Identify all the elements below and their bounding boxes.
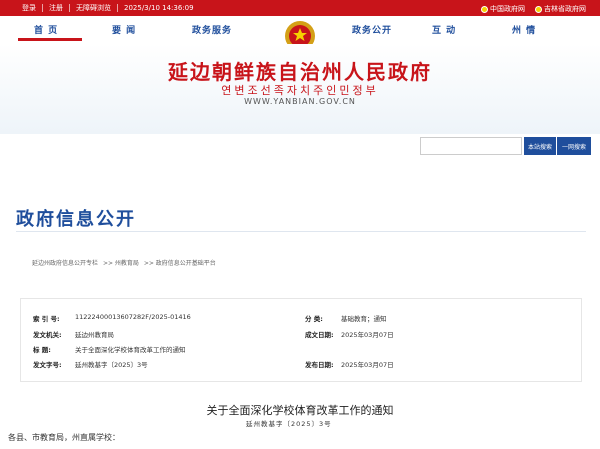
- site-url: WWW.YANBIAN.GOV.CN: [244, 97, 356, 106]
- top-bar-left: 登录 注册 无障碍浏览 2025/3/10 14:36:09: [22, 4, 200, 12]
- meta-label: 发文字号:: [33, 361, 62, 369]
- search-input[interactable]: [420, 137, 522, 155]
- nav-item-interact[interactable]: 互 动: [432, 23, 456, 36]
- breadcrumb: 延边州政府信息公开专栏 >> 州教育局 >> 政府信息公开基础平台: [32, 258, 219, 267]
- site-title-kr: 연변조선족자치주인민정부: [221, 84, 379, 97]
- nav-item-home[interactable]: 首 页: [34, 23, 58, 36]
- nav-item-open-gov[interactable]: 政务公开: [352, 23, 392, 36]
- emblem-icon: [481, 5, 488, 13]
- register-link[interactable]: 注册: [43, 4, 70, 12]
- meta-value: 2025年03月07日: [341, 361, 394, 369]
- breadcrumb-item[interactable]: >> 州教育局: [103, 260, 139, 267]
- china-gov-link[interactable]: 中国政府网: [481, 4, 525, 14]
- site-search-button[interactable]: 本站搜索: [524, 137, 556, 155]
- top-bar: 登录 注册 无障碍浏览 2025/3/10 14:36:09 中国政府网 吉林省…: [0, 0, 600, 16]
- document-title: 关于全面深化学校体育改革工作的通知: [206, 404, 394, 417]
- datetime: 2025/3/10 14:36:09: [124, 4, 194, 12]
- meta-value: 延州教基字〔2025〕3号: [75, 361, 148, 369]
- meta-label: 分 类:: [305, 315, 323, 323]
- nav-item-services[interactable]: 政务服务: [192, 23, 232, 36]
- meta-label: 标 题:: [33, 346, 51, 354]
- meta-value: 2025年03月07日: [341, 331, 394, 339]
- section-divider: [16, 231, 586, 232]
- emblem-icon: [535, 5, 542, 13]
- main-nav: 首 页 要 闻 政务服务 政务公开 互 动 州 情: [0, 16, 600, 55]
- meta-label: 成文日期:: [305, 331, 334, 339]
- meta-row: 发文字号: 延州教基字〔2025〕3号 发布日期: 2025年03月07日: [21, 359, 583, 373]
- meta-label: 发文机关:: [33, 331, 62, 339]
- meta-value: 延边州教育局: [75, 331, 114, 339]
- meta-label: 发布日期:: [305, 361, 334, 369]
- jilin-gov-label: 吉林省政府网: [544, 5, 586, 13]
- meta-value: 基础教育；通知: [341, 315, 387, 323]
- nav-item-news[interactable]: 要 闻: [112, 23, 136, 36]
- jilin-gov-link[interactable]: 吉林省政府网: [535, 4, 586, 14]
- nav-active-indicator: [18, 38, 82, 41]
- section-title: 政府信息公开: [16, 209, 136, 230]
- meta-value: 关于全面深化学校体育改革工作的通知: [75, 346, 186, 354]
- meta-row: 发文机关: 延边州教育局 成文日期: 2025年03月07日: [21, 329, 583, 343]
- meta-row: 索 引 号: 11222400013607282F/2025-01416 分 类…: [21, 313, 583, 327]
- document-meta-box: 索 引 号: 11222400013607282F/2025-01416 分 类…: [20, 298, 582, 382]
- search-row: 本站搜索 一网搜索: [0, 134, 600, 160]
- site-banner: 延边朝鲜族自治州人民政府 연변조선족자치주인민정부 WWW.YANBIAN.GO…: [0, 44, 600, 134]
- login-link[interactable]: 登录: [22, 4, 43, 12]
- top-bar-right: 中国政府网 吉林省政府网: [481, 4, 586, 14]
- meta-row: 标 题: 关于全面深化学校体育改革工作的通知: [21, 344, 583, 358]
- meta-value: 11222400013607282F/2025-01416: [75, 313, 191, 321]
- breadcrumb-item[interactable]: 延边州政府信息公开专栏: [32, 260, 98, 267]
- document-number: 延州教基字〔2025〕3号: [246, 420, 332, 428]
- meta-label: 索 引 号:: [33, 315, 60, 323]
- accessible-link[interactable]: 无障碍浏览: [70, 4, 118, 12]
- global-search-button[interactable]: 一网搜索: [557, 137, 591, 155]
- document-greeting: 各县、市教育局，州直属学校：: [8, 433, 120, 442]
- nav-item-profile[interactable]: 州 情: [512, 23, 536, 36]
- site-title-cn: 延边朝鲜族自治州人民政府: [168, 60, 432, 84]
- breadcrumb-item[interactable]: >> 政府信息公开基础平台: [144, 260, 216, 267]
- china-gov-label: 中国政府网: [490, 5, 525, 13]
